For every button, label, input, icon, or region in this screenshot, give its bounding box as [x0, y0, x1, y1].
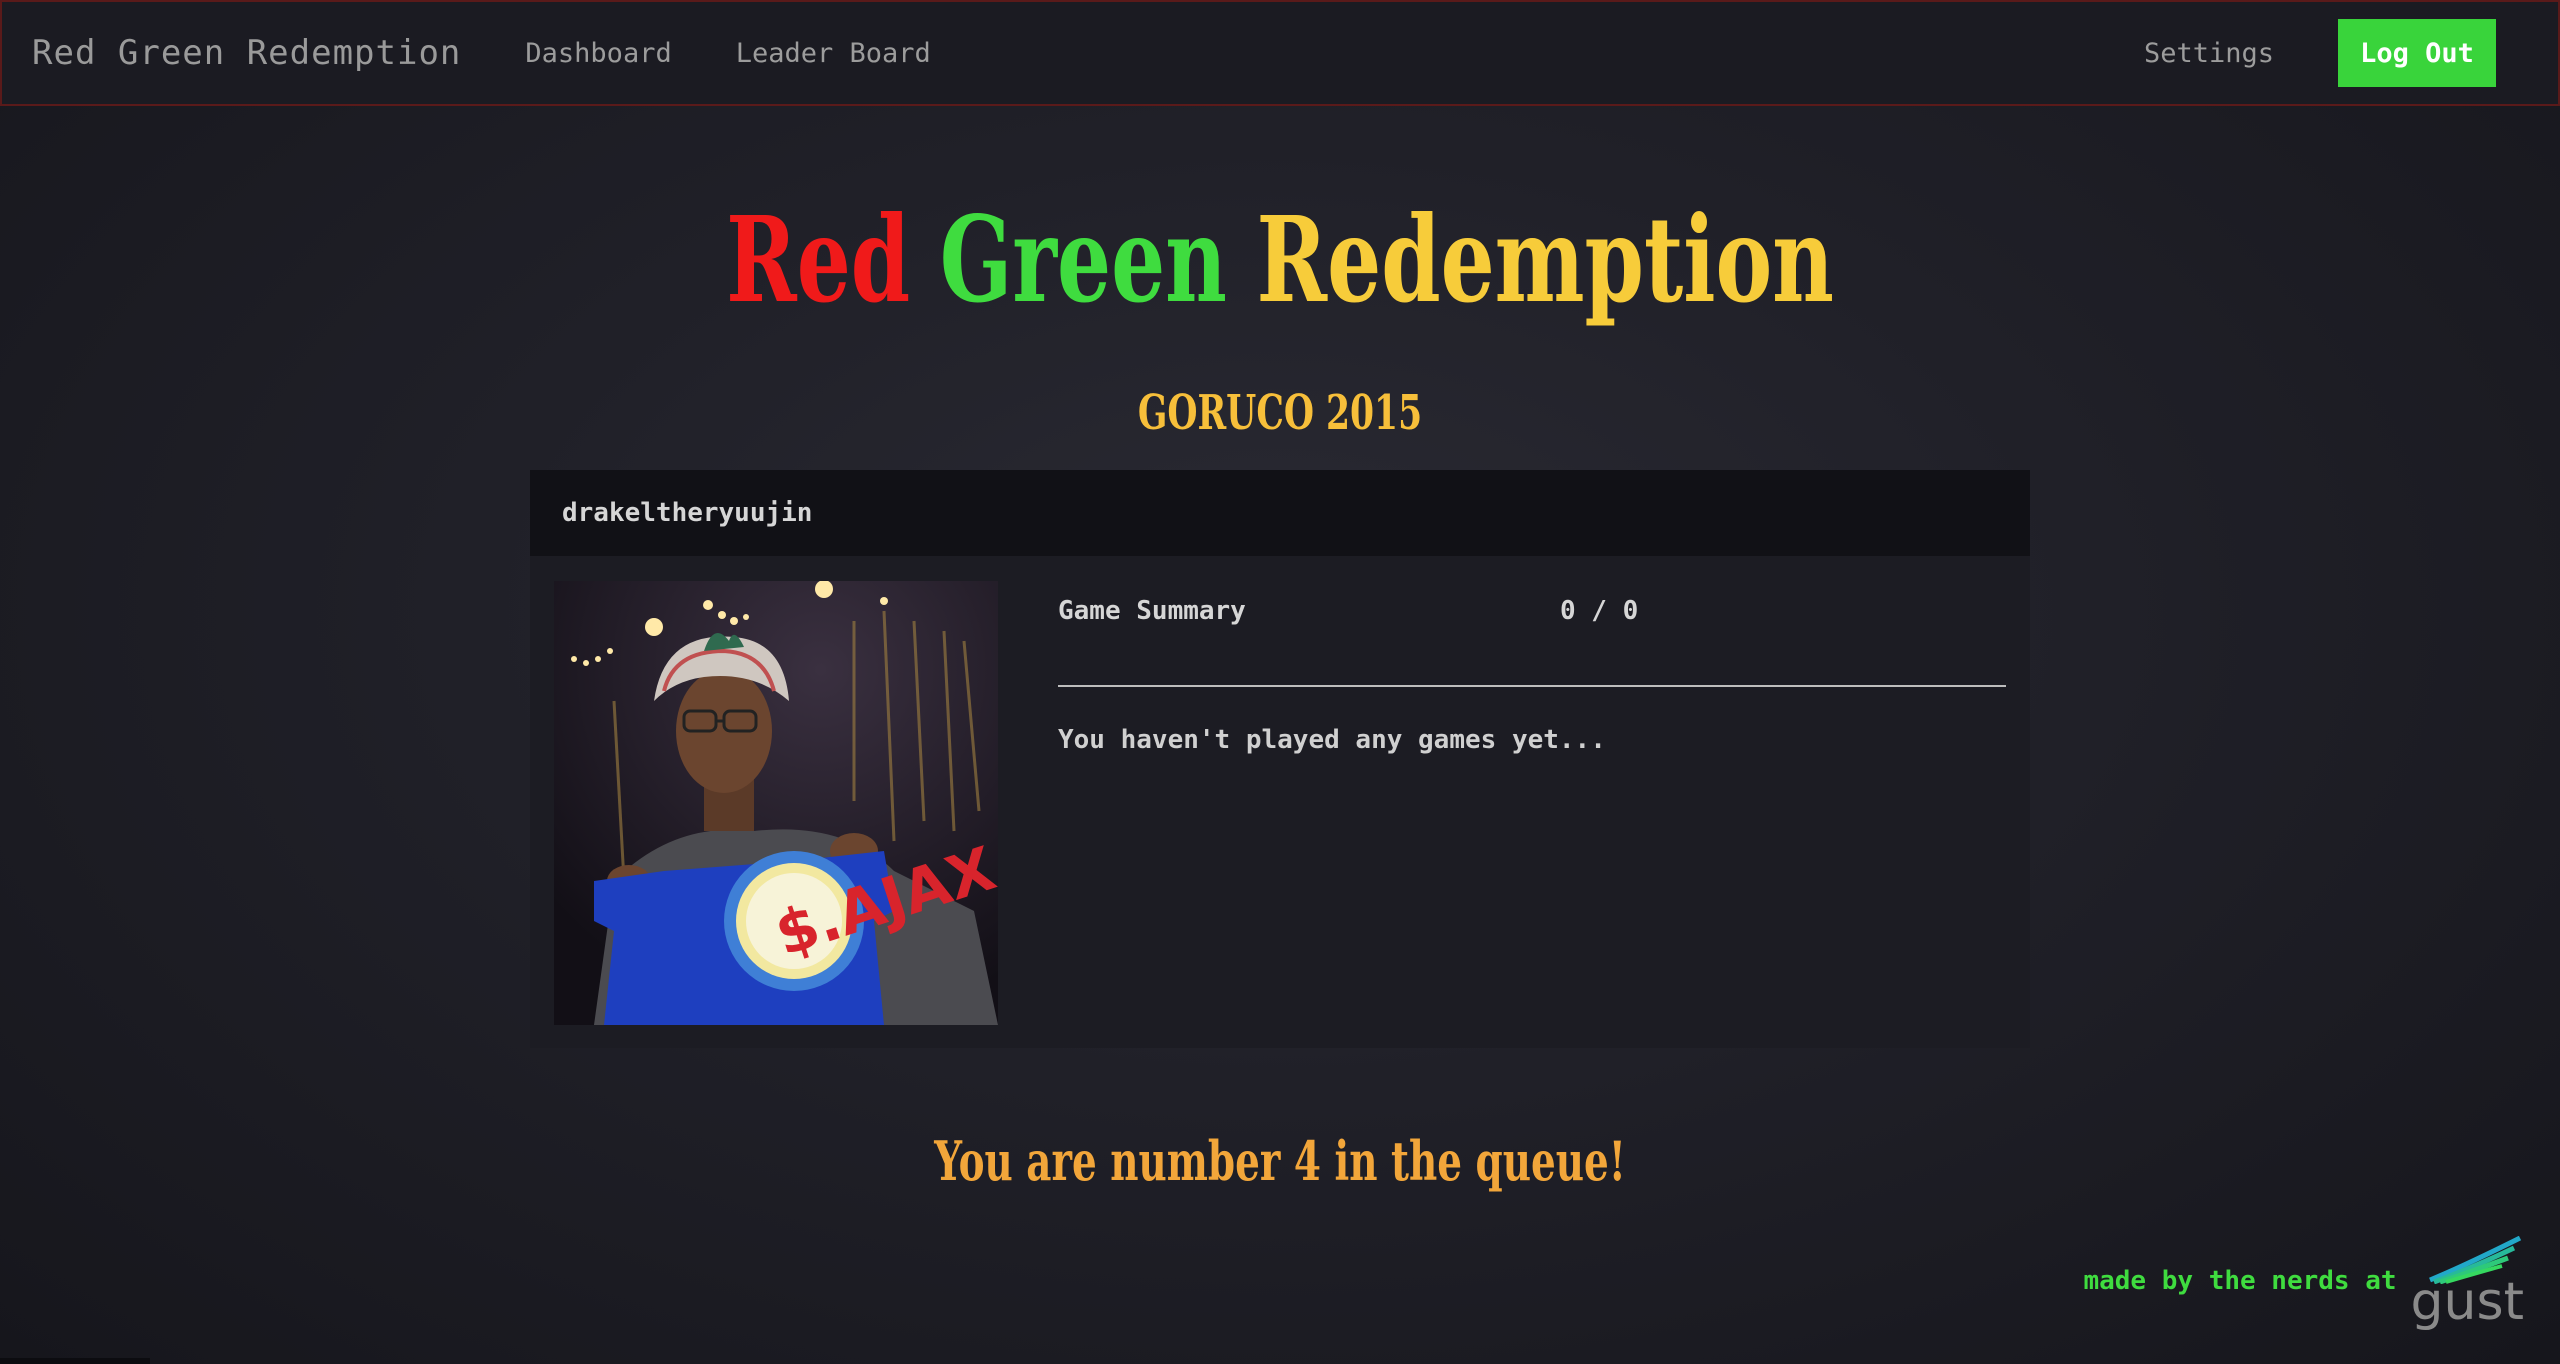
summary-row: Game Summary 0 / 0 — [1058, 581, 2006, 641]
hero-title: Red Green Redemption — [358, 190, 2201, 330]
avatar-photo: $.AJAX — [554, 581, 998, 1025]
footer-credit: made by the nerds at — [2083, 1266, 2397, 1296]
top-navbar: Red Green Redemption Dashboard Leader Bo… — [0, 0, 2560, 106]
logout-button[interactable]: Log Out — [2338, 19, 2496, 87]
nav-leader-board[interactable]: Leader Board — [736, 38, 931, 69]
footer: made by the nerds at gust — [2083, 1236, 2524, 1328]
username: drakeltheryuujin — [562, 498, 813, 528]
queue-message: You are number 4 in the queue! — [934, 1129, 1626, 1193]
hero-word-green: Green — [939, 190, 1227, 329]
nav-dashboard[interactable]: Dashboard — [525, 38, 671, 69]
profile-panel: drakeltheryuujin $.AJAX Game Summary 0 /… — [530, 470, 2030, 1048]
gust-logo[interactable]: gust — [2411, 1236, 2524, 1328]
brand-link[interactable]: Red Green Redemption — [32, 33, 461, 73]
avatar: $.AJAX — [554, 581, 998, 1025]
game-summary: Game Summary 0 / 0 You haven't played an… — [1058, 581, 2006, 755]
summary-divider — [1058, 685, 2006, 687]
gust-logo-text: gust — [2410, 1272, 2524, 1332]
nav-right: Settings Log Out — [2144, 19, 2496, 87]
empty-games-message: You haven't played any games yet... — [1058, 725, 1606, 755]
event-title: GORUCO 2015 — [1137, 385, 1423, 441]
bottom-strip — [0, 1358, 150, 1364]
summary-label: Game Summary — [1058, 596, 1246, 626]
hero-word-red: Red — [726, 190, 911, 329]
nav-settings[interactable]: Settings — [2144, 38, 2274, 69]
hero-word-yellow: Redemption — [1256, 190, 1834, 329]
nav-links: Dashboard Leader Board — [525, 38, 930, 69]
summary-score: 0 / 0 — [1560, 596, 1639, 626]
panel-header: drakeltheryuujin — [530, 470, 2030, 556]
